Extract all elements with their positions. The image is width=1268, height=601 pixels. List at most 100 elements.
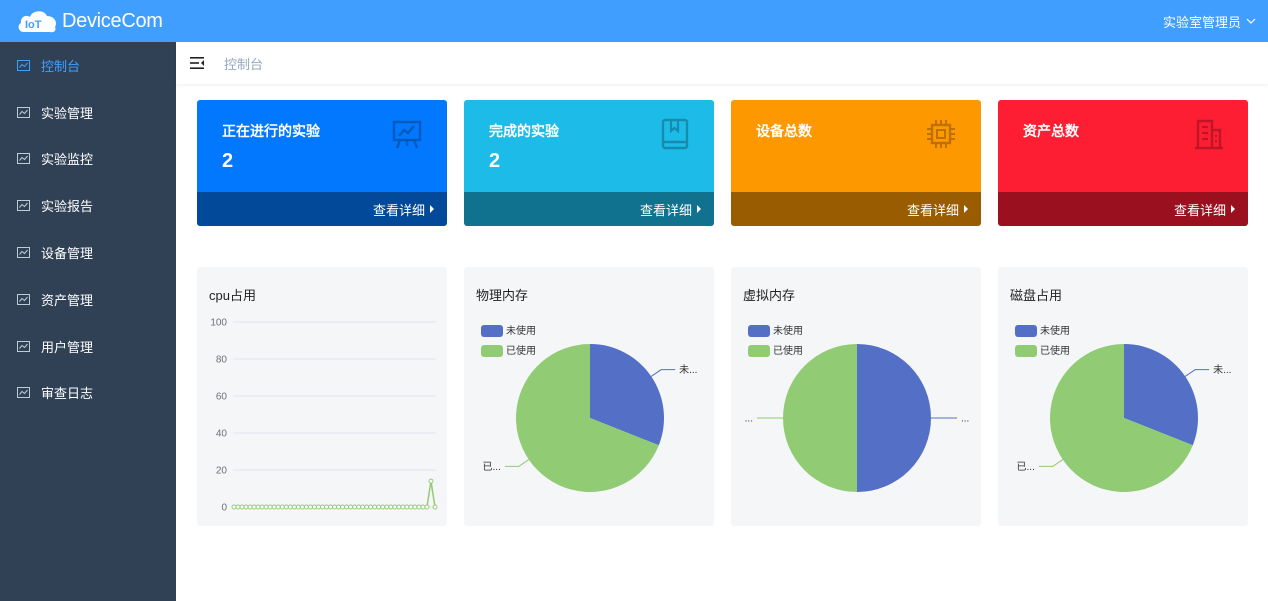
- legend-swatch[interactable]: [748, 325, 770, 337]
- chart-icon: [17, 59, 30, 71]
- physical-memory-panel: 未使用 已使用 未... 已... 物理内存: [464, 267, 714, 526]
- data-point: [235, 504, 241, 510]
- data-point: [332, 504, 337, 510]
- data-point: [432, 504, 438, 510]
- y-tick-label: 0: [221, 503, 227, 514]
- data-point: [231, 504, 237, 510]
- data-point: [307, 504, 313, 510]
- building-icon: [1194, 118, 1224, 155]
- sidebar-item-audit-log[interactable]: 审查日志: [0, 370, 176, 417]
- cpu-line-chart: 100 80 60 40 20 0: [210, 318, 438, 514]
- breadcrumb-current: 控制台: [224, 56, 264, 72]
- data-point: [239, 504, 245, 510]
- legend-label[interactable]: 未使用: [506, 324, 536, 337]
- sidebar-item-device-management[interactable]: 设备管理: [0, 229, 176, 276]
- view-details-label: 查看详细: [639, 202, 692, 218]
- data-point: [380, 504, 386, 510]
- legend-swatch[interactable]: [748, 345, 770, 357]
- data-point: [348, 504, 354, 510]
- slice-label: 未...: [679, 364, 697, 376]
- data-point: [420, 504, 426, 510]
- view-details-link[interactable]: 查看详细: [464, 192, 714, 226]
- legend-label[interactable]: 未使用: [1040, 324, 1070, 337]
- data-point: [404, 504, 410, 510]
- view-details-link[interactable]: 查看详细: [197, 192, 447, 226]
- data-point: [400, 504, 406, 510]
- data-point: [287, 504, 293, 510]
- sidebar-item-experiment-monitor[interactable]: 实验监控: [0, 136, 176, 183]
- sidebar-item-label: 实验报告: [41, 199, 94, 215]
- chart-icon: [17, 247, 30, 259]
- virtual-memory-pie-chart: 未使用已使用......: [745, 324, 969, 492]
- data-point: [243, 504, 249, 510]
- data-point: [315, 504, 321, 510]
- memory-pie-chart: 未使用已使用未... 已...: [481, 324, 697, 492]
- view-details-link[interactable]: 查看详细: [731, 192, 981, 226]
- y-tick-label: 80: [216, 355, 228, 366]
- legend-label[interactable]: 已使用: [506, 344, 536, 357]
- y-tick-label: 100: [210, 318, 227, 329]
- card-title: 设备总数: [756, 123, 812, 139]
- caret-right-icon: [697, 205, 701, 213]
- cpu-series-line: [234, 480, 436, 508]
- chart-icon: [17, 200, 30, 212]
- data-point: [311, 504, 317, 510]
- disk-pie-chart: 未使用已使用未... 已...: [1015, 324, 1231, 492]
- chart-icon: [17, 153, 30, 165]
- data-point: [340, 504, 346, 510]
- presentation-chart-icon: [391, 118, 423, 155]
- data-point: [279, 504, 285, 510]
- legend-swatch[interactable]: [481, 325, 503, 337]
- data-point: [424, 504, 430, 510]
- legend-label[interactable]: 已使用: [1040, 344, 1070, 357]
- label-leader-line: [504, 459, 530, 467]
- data-point: [428, 478, 434, 484]
- label-leader-line: [1184, 369, 1210, 377]
- view-details-label: 查看详细: [1173, 202, 1226, 218]
- slice-label: 已...: [483, 462, 501, 473]
- hamburger-menu-icon[interactable]: [190, 57, 204, 69]
- running-experiments-card: 正在进行的实验 2 查看详细: [197, 100, 447, 226]
- data-point: [360, 504, 366, 510]
- chart-icon: [17, 340, 30, 352]
- sidebar-item-experiment-management[interactable]: 实验管理: [0, 89, 176, 136]
- user-menu[interactable]: 实验室管理员: [1163, 0, 1256, 42]
- pie-slice[interactable]: [857, 344, 931, 492]
- label-leader-line: [650, 369, 676, 377]
- y-tick-label: 40: [216, 429, 228, 440]
- chart-icon: [17, 387, 30, 399]
- sidebar-item-label: 设备管理: [41, 246, 94, 262]
- sidebar-item-user-management[interactable]: 用户管理: [0, 323, 176, 370]
- card-title: 资产总数: [1023, 123, 1079, 139]
- legend-swatch[interactable]: [481, 345, 503, 357]
- data-point: [408, 504, 414, 510]
- user-name: 实验室管理员: [1162, 14, 1241, 30]
- view-details-link[interactable]: 查看详细: [998, 192, 1248, 226]
- sidebar: 控制台 实验管理 实验监控实验报告设备管理资产管理用户管理审查日志: [0, 42, 176, 601]
- slice-label: 未...: [1213, 364, 1231, 376]
- data-point: [396, 504, 402, 510]
- sidebar-item-asset-management[interactable]: 资产管理: [0, 276, 176, 323]
- card-body: 正在进行的实验 2: [197, 100, 447, 192]
- legend-label[interactable]: 未使用: [773, 324, 803, 337]
- caret-right-icon: [1231, 205, 1235, 213]
- logo[interactable]: IoT DeviceCom: [16, 6, 163, 36]
- data-point: [364, 504, 370, 510]
- pie-slice[interactable]: [783, 344, 857, 492]
- data-point: [247, 504, 253, 510]
- sidebar-item-label: 资产管理: [41, 292, 94, 308]
- legend-label[interactable]: 已使用: [773, 344, 803, 357]
- data-point: [267, 504, 273, 510]
- legend-swatch[interactable]: [1015, 345, 1037, 357]
- sidebar-item-label: 审查日志: [41, 386, 94, 402]
- svg-text:IoT: IoT: [25, 19, 42, 31]
- legend-swatch[interactable]: [1015, 325, 1037, 337]
- card-title: 正在进行的实验: [222, 123, 320, 139]
- data-point: [255, 504, 261, 510]
- logo-text: DeviceCom: [62, 9, 163, 32]
- slice-label: 已...: [1017, 462, 1035, 473]
- asset-total-card: 资产总数查看详细: [998, 100, 1248, 226]
- sidebar-item-experiment-report[interactable]: 实验报告: [0, 182, 176, 229]
- card-value: 2: [489, 150, 501, 172]
- sidebar-item-dashboard[interactable]: 控制台: [0, 42, 176, 89]
